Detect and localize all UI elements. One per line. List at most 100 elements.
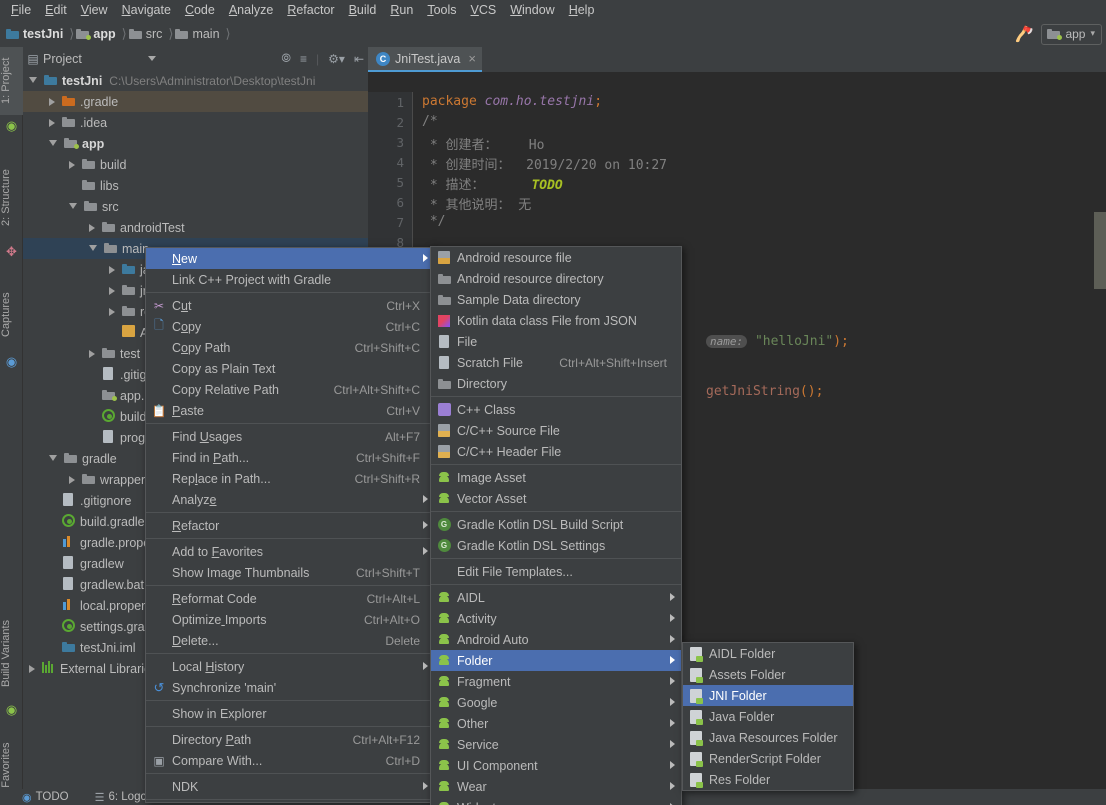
menu-item-copy-as-plain-text[interactable]: Copy as Plain Text (146, 358, 434, 379)
tree-row[interactable]: .gradle (23, 91, 368, 112)
tree-expand-arrow-icon[interactable] (69, 202, 77, 213)
tree-row[interactable]: build (23, 154, 368, 175)
new-item-activity[interactable]: Activity (431, 608, 681, 629)
tree-expand-arrow-icon[interactable] (89, 349, 95, 358)
new-item-ui-component[interactable]: UI Component (431, 755, 681, 776)
menu-item-optimize-imports[interactable]: Optimize Imports Ctrl+Alt+O (146, 609, 434, 630)
new-item-scratch-file[interactable]: Scratch File Ctrl+Alt+Shift+Insert (431, 352, 681, 373)
menu-item-local-history[interactable]: Local History (146, 656, 434, 677)
folder-item-jni-folder[interactable]: JNI Folder (683, 685, 853, 706)
tree-row[interactable]: app (23, 133, 368, 154)
menu-help[interactable]: Help (562, 1, 602, 20)
menu-item-show-in-explorer[interactable]: Show in Explorer (146, 703, 434, 724)
collapse-all-icon[interactable]: ≡ (300, 52, 307, 66)
new-item-widget[interactable]: Widget (431, 797, 681, 805)
folder-item-assets-folder[interactable]: Assets Folder (683, 664, 853, 685)
menu-window[interactable]: Window (503, 1, 561, 20)
new-item-c-c-source-file[interactable]: C/C++ Source File (431, 420, 681, 441)
hide-panel-icon[interactable]: ⇤ (354, 52, 364, 66)
breadcrumb-app[interactable]: app ⟩ (76, 24, 128, 44)
menu-item-find-in-path[interactable]: Find in Path... Ctrl+Shift+F (146, 447, 434, 468)
new-item-android-auto[interactable]: Android Auto (431, 629, 681, 650)
breadcrumb-testjni[interactable]: testJni ⟩ (6, 24, 76, 44)
close-icon[interactable]: × (468, 51, 476, 66)
menu-refactor[interactable]: Refactor (280, 1, 341, 20)
menu-item-compare-with[interactable]: ▣ Compare With... Ctrl+D (146, 750, 434, 771)
tree-expand-arrow-icon[interactable] (49, 139, 57, 150)
menu-code[interactable]: Code (178, 1, 222, 20)
chevron-down-icon[interactable] (148, 56, 156, 61)
tree-expand-arrow-icon[interactable] (109, 286, 115, 295)
menu-item-cut[interactable]: ✂ Cut Ctrl+X (146, 295, 434, 316)
new-submenu[interactable]: Android resource file Android resource di… (430, 246, 682, 805)
new-item-image-asset[interactable]: Image Asset (431, 467, 681, 488)
new-item-aidl[interactable]: AIDL (431, 587, 681, 608)
folder-item-renderscript-folder[interactable]: RenderScript Folder (683, 748, 853, 769)
tree-expand-arrow-icon[interactable] (49, 97, 55, 106)
menu-item-replace-in-path[interactable]: Replace in Path... Ctrl+Shift+R (146, 468, 434, 489)
menu-item-copy[interactable]: 🗋 Copy Ctrl+C (146, 316, 434, 337)
status-item-todo[interactable]: ◉ TODO (22, 791, 69, 804)
menu-tools[interactable]: Tools (420, 1, 463, 20)
menu-navigate[interactable]: Navigate (115, 1, 178, 20)
menu-item-analyze[interactable]: Analyze (146, 489, 434, 510)
new-item-sample-data-directory[interactable]: Sample Data directory (431, 289, 681, 310)
tree-row[interactable]: testJni C:\Users\Administrator\Desktop\te… (23, 70, 368, 91)
tree-expand-arrow-icon[interactable] (69, 475, 75, 484)
new-item-other[interactable]: Other (431, 713, 681, 734)
new-item-android-resource-directory[interactable]: Android resource directory (431, 268, 681, 289)
run-configuration-selector[interactable]: app ▾ (1041, 23, 1102, 45)
tree-expand-arrow-icon[interactable] (109, 307, 115, 316)
tree-expand-arrow-icon[interactable] (109, 265, 115, 274)
breadcrumb-main[interactable]: main ⟩ (175, 24, 232, 44)
new-item-google[interactable]: Google (431, 692, 681, 713)
new-item-c-c-header-file[interactable]: C/C++ Header File (431, 441, 681, 462)
new-item-service[interactable]: Service (431, 734, 681, 755)
context-menu[interactable]: New Link C++ Project with Gradle ✂ Cut Ctrl+… (145, 247, 435, 803)
tree-row[interactable]: androidTest (23, 217, 368, 238)
new-item-folder[interactable]: Folder (431, 650, 681, 671)
new-item-c-class[interactable]: C++ Class (431, 399, 681, 420)
menu-item-directory-path[interactable]: Directory Path Ctrl+Alt+F12 (146, 729, 434, 750)
menu-view[interactable]: View (74, 1, 115, 20)
menu-item-paste[interactable]: 📋 Paste Ctrl+V (146, 400, 434, 421)
folder-item-java-resources-folder[interactable]: Java Resources Folder (683, 727, 853, 748)
new-item-fragment[interactable]: Fragment (431, 671, 681, 692)
menu-item-link-c-project-with-gradle[interactable]: Link C++ Project with Gradle (146, 269, 434, 290)
menu-edit[interactable]: Edit (38, 1, 74, 20)
sidebar-item-project[interactable]: 1: Project (0, 47, 23, 115)
tree-expand-arrow-icon[interactable] (89, 244, 97, 255)
target-icon[interactable]: ⦾ (281, 51, 291, 66)
tree-expand-arrow-icon[interactable] (49, 118, 55, 127)
sidebar-item-captures[interactable]: Captures (0, 279, 23, 351)
sidebar-item-build-variants[interactable]: Build Variants (0, 607, 23, 699)
menu-item-ndk[interactable]: NDK (146, 776, 434, 797)
menu-item-add-to-favorites[interactable]: Add to Favorites (146, 541, 434, 562)
breadcrumb-src[interactable]: src ⟩ (128, 24, 176, 44)
menu-item-refactor[interactable]: Refactor (146, 515, 434, 536)
new-item-directory[interactable]: Directory (431, 373, 681, 394)
new-item-vector-asset[interactable]: Vector Asset (431, 488, 681, 509)
tree-row[interactable]: .idea (23, 112, 368, 133)
tab-jnitest-java[interactable]: C JniTest.java × (368, 47, 482, 72)
tree-expand-arrow-icon[interactable] (29, 76, 37, 87)
menu-item-delete[interactable]: Delete... Delete (146, 630, 434, 651)
tree-row[interactable]: src (23, 196, 368, 217)
new-item-gradle-kotlin-dsl-settings[interactable]: G Gradle Kotlin DSL Settings (431, 535, 681, 556)
build-hammer-icon[interactable]: 🪓 (1015, 25, 1034, 43)
new-item-edit-file-templates[interactable]: Edit File Templates... (431, 561, 681, 582)
sidebar-item-structure[interactable]: 2: Structure (0, 155, 23, 241)
menu-item-new[interactable]: New (146, 248, 434, 269)
new-item-kotlin-data-class-file-from-json[interactable]: Kotlin data class File from JSON (431, 310, 681, 331)
folder-item-res-folder[interactable]: Res Folder (683, 769, 853, 790)
menu-item-copy-relative-path[interactable]: Copy Relative Path Ctrl+Alt+Shift+C (146, 379, 434, 400)
menu-item-find-usages[interactable]: Find Usages Alt+F7 (146, 426, 434, 447)
menu-item-show-image-thumbnails[interactable]: Show Image Thumbnails Ctrl+Shift+T (146, 562, 434, 583)
menu-build[interactable]: Build (342, 1, 384, 20)
new-item-android-resource-file[interactable]: Android resource file (431, 247, 681, 268)
menu-run[interactable]: Run (383, 1, 420, 20)
new-item-gradle-kotlin-dsl-build-script[interactable]: G Gradle Kotlin DSL Build Script (431, 514, 681, 535)
new-item-file[interactable]: File (431, 331, 681, 352)
menu-item-reformat-code[interactable]: Reformat Code Ctrl+Alt+L (146, 588, 434, 609)
tree-expand-arrow-icon[interactable] (29, 664, 35, 673)
